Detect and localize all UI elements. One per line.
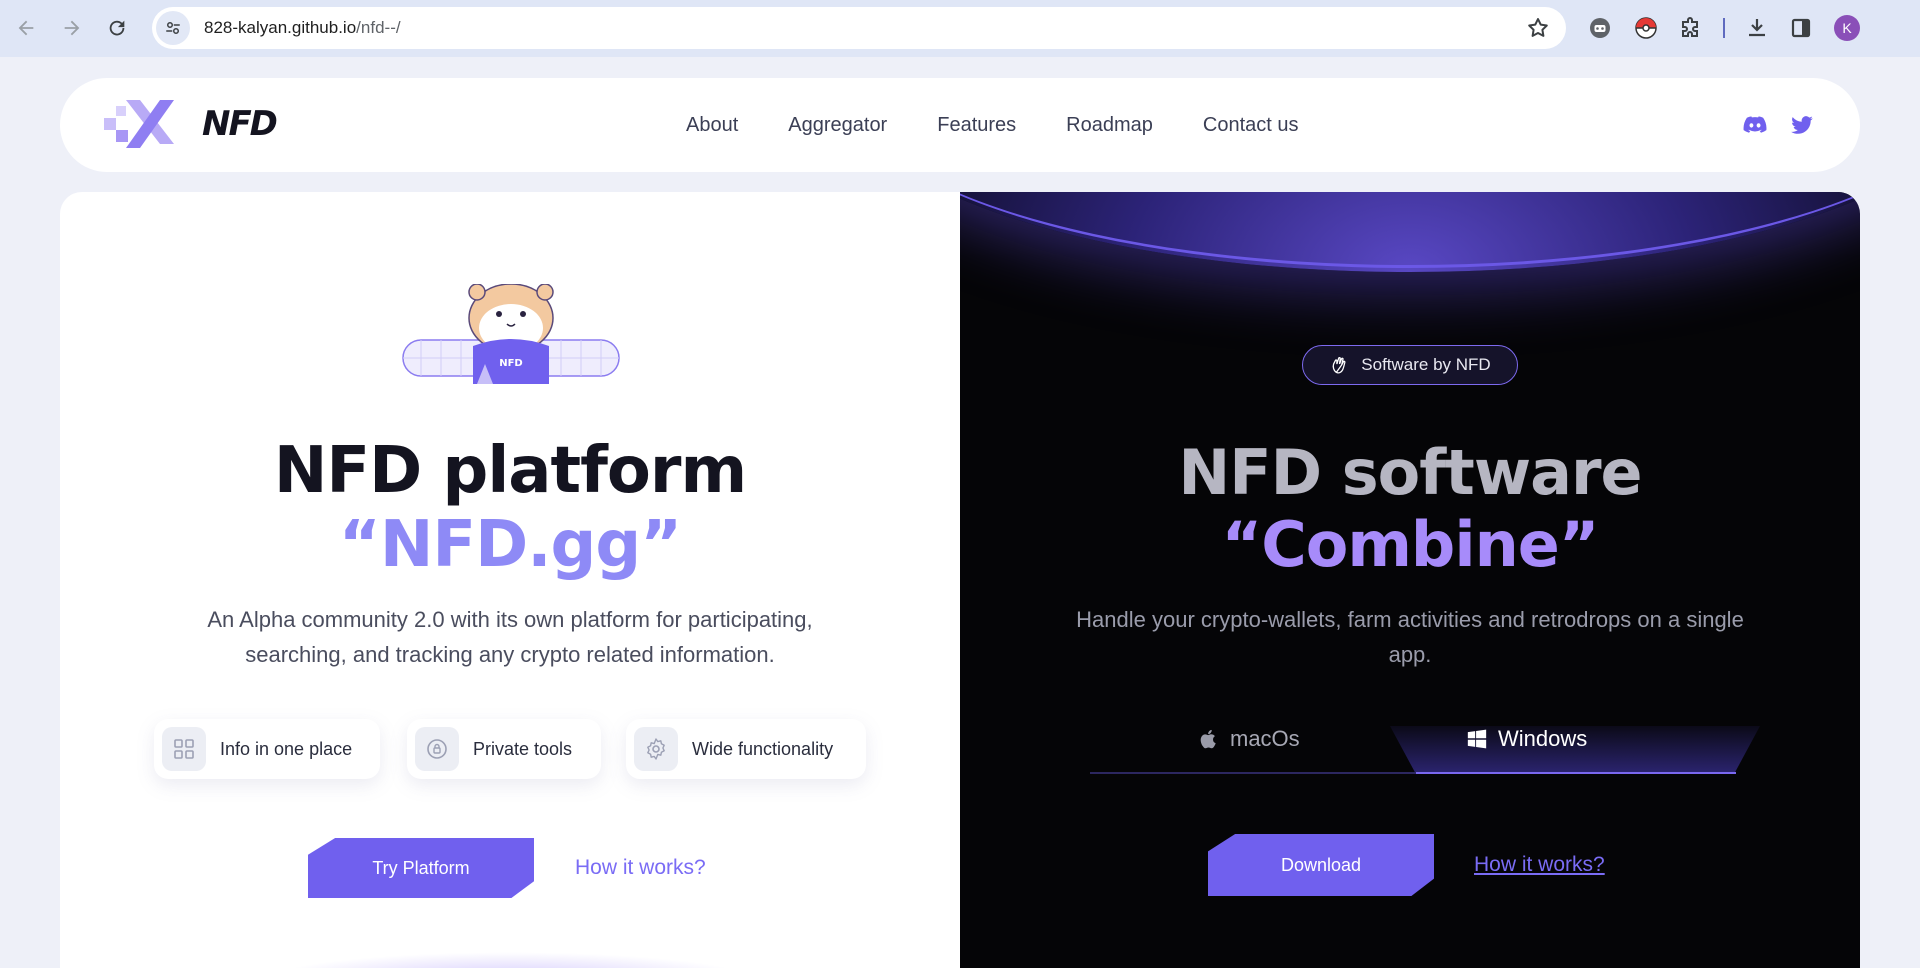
svg-text:NFD: NFD (499, 358, 523, 369)
nfd-logo-icon[interactable] (104, 96, 174, 152)
software-badge: Software by NFD (1302, 345, 1518, 385)
feature-info-in-one-place: Info in one place (154, 719, 380, 779)
lock-icon (415, 727, 459, 771)
downloads-icon[interactable] (1743, 14, 1771, 42)
tab-windows[interactable]: Windows (1466, 706, 1587, 772)
os-tabs: macOs Windows (1090, 706, 1760, 774)
nav-roadmap[interactable]: Roadmap (1066, 114, 1153, 137)
url-path: /nfd--/ (356, 18, 401, 37)
browser-toolbar: 828-kalyan.github.io/nfd--/ K (0, 0, 1920, 57)
back-icon[interactable] (8, 10, 44, 46)
feature-private-tools: Private tools (407, 719, 601, 779)
platform-subtitle: “NFD.gg” (338, 508, 682, 582)
site-settings-icon[interactable] (156, 11, 190, 45)
decorative-arc-edge (960, 192, 1860, 268)
nav-features[interactable]: Features (937, 114, 1016, 137)
apple-icon (1200, 729, 1216, 749)
software-description: Handle your crypto-wallets, farm activit… (1076, 607, 1744, 667)
main-nav: About Aggregator Features Roadmap Contac… (686, 78, 1299, 172)
tab-macos[interactable]: macOs (1198, 706, 1300, 772)
feature-label: Info in one place (220, 738, 353, 759)
download-button[interactable]: Download (1208, 834, 1434, 896)
profile-avatar[interactable]: K (1834, 15, 1860, 41)
software-title: NFD software (1178, 436, 1642, 509)
nav-aggregator[interactable]: Aggregator (788, 114, 887, 137)
reload-icon[interactable] (99, 10, 135, 46)
logo-text[interactable]: NFD (202, 104, 278, 144)
toolbar-divider (1723, 18, 1725, 38)
platform-panel: NFD NFD platform “NFD.gg” An Alpha commu… (60, 192, 960, 968)
waving-hand-icon (1332, 356, 1346, 374)
discord-icon[interactable] (1740, 110, 1770, 140)
tab-macos-label: macOs (1230, 726, 1300, 751)
gear-icon (634, 727, 678, 771)
windows-icon (1467, 729, 1487, 749)
how-it-works-link-platform[interactable]: How it works? (575, 856, 706, 880)
nav-about[interactable]: About (686, 114, 738, 137)
hamster-mascot-icon: NFD (402, 284, 620, 384)
try-platform-button[interactable]: Try Platform (308, 838, 534, 898)
software-subtitle: “Combine” (1221, 508, 1599, 581)
nav-contact[interactable]: Contact us (1203, 114, 1299, 137)
platform-description: An Alpha community 2.0 with its own plat… (207, 607, 813, 667)
software-panel: Software by NFD NFD software “Combine” H… (960, 192, 1860, 968)
url-host: 828-kalyan.github.io (204, 18, 357, 37)
platform-title: NFD platform (273, 434, 747, 508)
active-tab-underline (1416, 772, 1736, 774)
grid-icon (162, 727, 206, 771)
extensions-icon[interactable] (1676, 14, 1704, 42)
bookmark-star-icon[interactable] (1526, 16, 1550, 40)
forward-icon[interactable] (54, 10, 90, 46)
url-text: 828-kalyan.github.io/nfd--/ (204, 18, 401, 38)
feature-wide-functionality: Wide functionality (626, 719, 866, 779)
feature-label: Wide functionality (692, 738, 834, 759)
software-badge-label: Software by NFD (1361, 355, 1491, 374)
pokeball-extension-icon[interactable] (1632, 14, 1660, 42)
robot-extension-icon[interactable] (1586, 14, 1614, 42)
twitter-icon[interactable] (1787, 110, 1817, 140)
decorative-glow (260, 952, 760, 968)
address-bar[interactable]: 828-kalyan.github.io/nfd--/ (152, 7, 1566, 49)
site-header: NFD About Aggregator Features Roadmap Co… (60, 78, 1860, 172)
tab-windows-label: Windows (1498, 726, 1588, 751)
how-it-works-link-software[interactable]: How it works? (1474, 853, 1605, 877)
feature-label: Private tools (473, 738, 573, 759)
side-panel-icon[interactable] (1787, 14, 1815, 42)
